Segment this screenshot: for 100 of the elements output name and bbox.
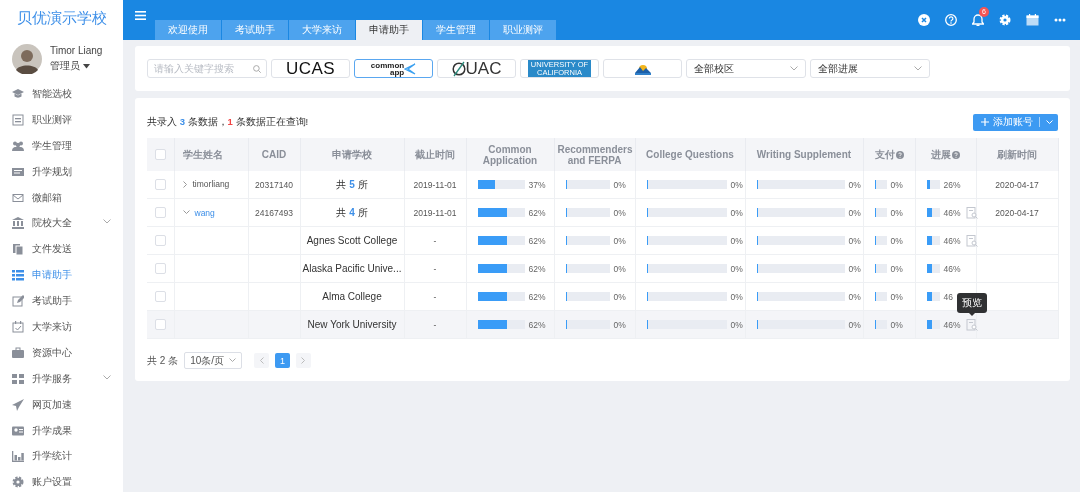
percent-text: 0% — [848, 179, 861, 190]
checkbox[interactable] — [154, 149, 166, 161]
column-header: Writing Supplement — [756, 149, 852, 160]
percent-text: 62% — [528, 207, 546, 218]
platform-logo-button[interactable]: common app — [354, 59, 433, 78]
percent-text: 37% — [528, 179, 546, 190]
more-icon[interactable] — [1054, 18, 1066, 22]
bullet-list-icon — [12, 269, 24, 282]
student-name[interactable]: wang — [194, 207, 215, 218]
user-name: Timor Liang — [50, 45, 103, 56]
checkbox[interactable] — [154, 291, 166, 303]
percent-text: 46 — [943, 291, 953, 302]
percent-text: 0% — [848, 263, 861, 274]
caid-text: 20317140 — [255, 179, 293, 190]
caret-icon — [83, 63, 90, 69]
sidebar-item[interactable]: 升学服务 — [0, 365, 123, 392]
column-header: 支付 — [874, 149, 895, 160]
percent-text: 46% — [943, 319, 961, 330]
list-icon — [12, 165, 24, 178]
close-icon[interactable] — [918, 14, 930, 26]
school-name: Alaska Pacific Unive... — [302, 263, 402, 274]
percent-text: 0% — [730, 319, 743, 330]
checkbox[interactable] — [154, 179, 166, 191]
search-field[interactable]: 请输入关键字搜索 — [147, 59, 267, 78]
form-icon — [12, 113, 24, 126]
document-search-icon[interactable] — [965, 318, 978, 331]
percent-text: 0% — [848, 235, 861, 246]
calendar-icon[interactable] — [1026, 14, 1039, 26]
settings-icon[interactable] — [999, 14, 1011, 26]
people-icon — [12, 139, 24, 152]
sidebar-item[interactable]: 微邮箱 — [0, 184, 123, 211]
school-count: 共 4 所 — [336, 206, 368, 218]
sidebar-item[interactable]: 智能选校 — [0, 81, 123, 107]
bank-icon — [12, 217, 24, 230]
deadline-text: - — [433, 235, 437, 246]
percent-text: 0% — [890, 263, 903, 274]
select-dropdown[interactable]: 全部校区 — [686, 59, 806, 78]
checkbox[interactable] — [154, 263, 166, 275]
next-page-button[interactable] — [296, 353, 312, 368]
percent-text: 0% — [613, 263, 626, 274]
previous-page-button[interactable] — [254, 353, 270, 368]
bell-icon[interactable] — [972, 14, 984, 26]
checkbox[interactable] — [154, 235, 166, 247]
percent-text: 0% — [890, 179, 903, 190]
graduation-cap-icon — [12, 87, 24, 100]
column-header: Common Application — [482, 143, 538, 166]
tab[interactable]: 申请助手 — [356, 20, 422, 40]
chevron-down-icon — [1046, 119, 1053, 125]
help-icon[interactable] — [952, 151, 960, 159]
edit-icon — [12, 295, 24, 308]
platform-logo-button[interactable]: UCAS — [271, 59, 350, 78]
calendar-check-icon — [12, 320, 24, 333]
document-search-icon[interactable] — [965, 234, 978, 247]
percent-text: 0% — [848, 319, 861, 330]
help-icon[interactable] — [895, 151, 904, 159]
chevron-down-icon[interactable] — [182, 210, 190, 216]
percent-text: 0% — [848, 207, 861, 218]
sidebar-item[interactable]: 院校大全 — [0, 210, 123, 237]
percent-text: 0% — [613, 291, 626, 302]
percent-text: 0% — [730, 235, 743, 246]
school-name: Alma College — [322, 291, 382, 302]
sidebar-item[interactable]: 职业测评 — [0, 106, 123, 133]
page-size-select[interactable]: 10条/页 — [184, 352, 243, 369]
sidebar-item[interactable]: 学生管理 — [0, 132, 123, 159]
sidebar-item[interactable]: 大学来访 — [0, 314, 123, 340]
sidebar-item[interactable]: 升学统计 — [0, 443, 123, 470]
column-header: College Questions — [646, 149, 734, 160]
chevron-right-icon — [301, 357, 307, 364]
sidebar-item[interactable]: 文件发送 — [0, 236, 123, 263]
document-search-icon[interactable] — [965, 206, 978, 219]
percent-text: 62% — [528, 291, 546, 302]
sidebar-item[interactable]: 考试助手 — [0, 288, 123, 314]
deadline-text: - — [433, 291, 437, 302]
select-dropdown[interactable]: 全部进展 — [810, 59, 930, 78]
sidebar-item[interactable]: 账户设置 — [0, 469, 123, 492]
checkbox[interactable] — [154, 207, 166, 219]
role-dropdown[interactable]: 管理员 — [50, 59, 103, 73]
menu-icon[interactable] — [135, 11, 146, 20]
search-icon — [253, 65, 261, 73]
settings-icon — [12, 476, 24, 489]
sidebar-item[interactable]: 资源中心 — [0, 339, 123, 366]
school-name: Agnes Scott College — [306, 235, 398, 246]
checkbox[interactable] — [154, 319, 166, 331]
percent-text: 62% — [528, 319, 546, 330]
percent-text: 46% — [943, 263, 961, 274]
sidebar-item[interactable]: 升学成果 — [0, 417, 123, 444]
chevron-right-icon[interactable] — [182, 180, 188, 188]
percent-text: 62% — [528, 235, 546, 246]
plus-icon — [981, 118, 989, 126]
platform-logo-button[interactable]: UAC — [437, 59, 516, 78]
platform-logo-button[interactable] — [603, 59, 682, 78]
chevron-down-icon — [914, 66, 922, 71]
school-title: 贝优演示学校 — [15, 8, 108, 28]
sidebar-item[interactable]: 升学规划 — [0, 158, 123, 185]
student-name[interactable]: timorliang — [192, 179, 230, 190]
help-icon[interactable] — [945, 14, 957, 26]
percent-text: 0% — [730, 179, 743, 190]
sidebar-item[interactable]: 网页加速 — [0, 391, 123, 418]
percent-text: 0% — [848, 291, 861, 302]
sidebar-item[interactable]: 申请助手 — [0, 262, 123, 289]
